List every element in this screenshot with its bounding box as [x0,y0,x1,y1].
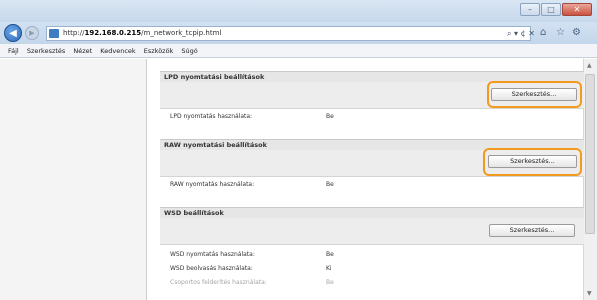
window-titlebar [0,0,597,22]
row-value-multicast-discovery: Be [326,279,334,286]
back-button[interactable]: ◀ [4,24,22,42]
row-value-wsd-printing: Be [326,251,334,258]
row-value-raw-printing: Be [326,181,334,188]
close-icon: ✕ [573,5,581,14]
menu-favorites[interactable]: Kedvencek [100,47,135,55]
favicon-icon [49,29,59,38]
url-prefix: http:// [63,29,85,37]
settings-gear-icon[interactable]: ⚙ [572,27,581,38]
edit-button-wsd[interactable]: Szerkesztés... [489,224,575,237]
back-arrow-icon: ◀ [9,27,17,39]
row-label-multicast-discovery: Csoportos felderítés használata: [170,279,267,286]
url-host: 192.168.0.215 [84,29,142,37]
url-path: /m_network_tcpip.html [141,29,222,37]
maximize-icon: □ [547,5,555,14]
forward-button[interactable]: ▶ [25,26,39,40]
home-icon[interactable]: ⌂ [540,27,546,38]
row-value-lpd-printing: Be [326,113,334,120]
row-label-wsd-scanning: WSD beolvasás használata: [170,265,253,272]
menu-file[interactable]: Fájl [8,47,19,55]
menu-help[interactable]: Súgó [181,47,197,55]
forward-arrow-icon: ▶ [29,29,35,37]
row-label-lpd-printing: LPD nyomtatás használata: [170,113,253,120]
scroll-up-icon[interactable]: ▲ [587,62,592,69]
minimize-button[interactable]: – [520,3,540,16]
menu-tools[interactable]: Eszközök [144,47,174,55]
scroll-down-icon[interactable]: ▼ [587,290,592,297]
edit-button-lpd[interactable]: Szerkesztés... [491,88,577,101]
row-label-wsd-printing: WSD nyomtatás használata: [170,251,255,258]
address-controls[interactable]: ⌕ ▾ ¢ ✕ [507,26,535,41]
favorites-icon[interactable]: ☆ [556,27,565,38]
row-value-wsd-scanning: Ki [326,265,332,272]
address-bar[interactable]: http://192.168.0.215/m_network_tcpip.htm… [46,26,531,41]
maximize-button[interactable]: □ [541,3,561,16]
section-header-wsd: WSD beállítások [160,207,584,218]
edit-button-raw[interactable]: Szerkesztés... [488,155,577,168]
menu-bar: Fájl Szerkesztés Nézet Kedvencek Eszközö… [0,44,597,58]
left-panel [0,59,146,300]
row-label-raw-printing: RAW nyomtatás használata: [170,181,255,188]
menu-edit[interactable]: Szerkesztés [27,47,65,55]
menu-view[interactable]: Nézet [73,47,92,55]
scrollbar-thumb[interactable] [585,74,595,234]
minimize-icon: – [528,5,532,14]
close-window-button[interactable]: ✕ [562,3,592,16]
